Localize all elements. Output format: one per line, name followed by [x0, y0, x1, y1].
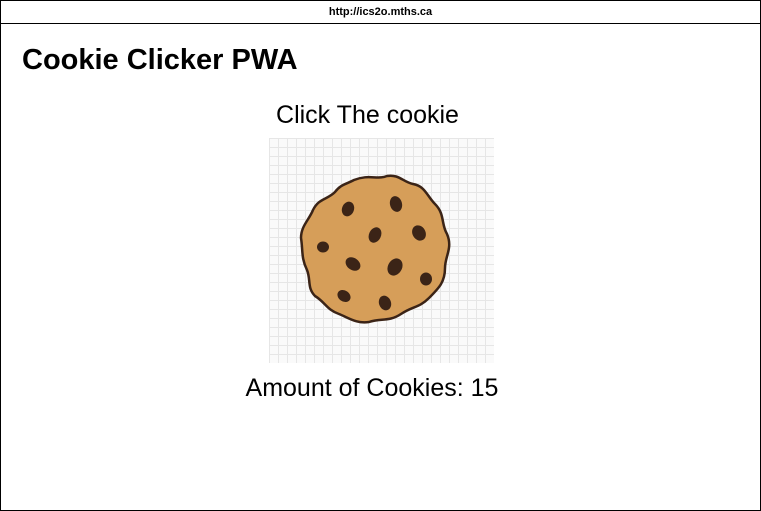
cookie-icon — [299, 174, 451, 324]
browser-window: http://ics2o.mths.ca Cookie Clicker PWA … — [0, 0, 761, 511]
address-bar[interactable]: http://ics2o.mths.ca — [1, 1, 760, 24]
cookie-counter: Amount of Cookies: 15 — [1, 373, 743, 403]
counter-value: 15 — [470, 374, 499, 402]
cookie-button[interactable] — [269, 138, 494, 363]
counter-label: Amount of Cookies: — [245, 374, 471, 402]
instruction-text: Click The cookie — [276, 101, 459, 129]
page-title: Cookie Clicker PWA — [22, 44, 298, 76]
